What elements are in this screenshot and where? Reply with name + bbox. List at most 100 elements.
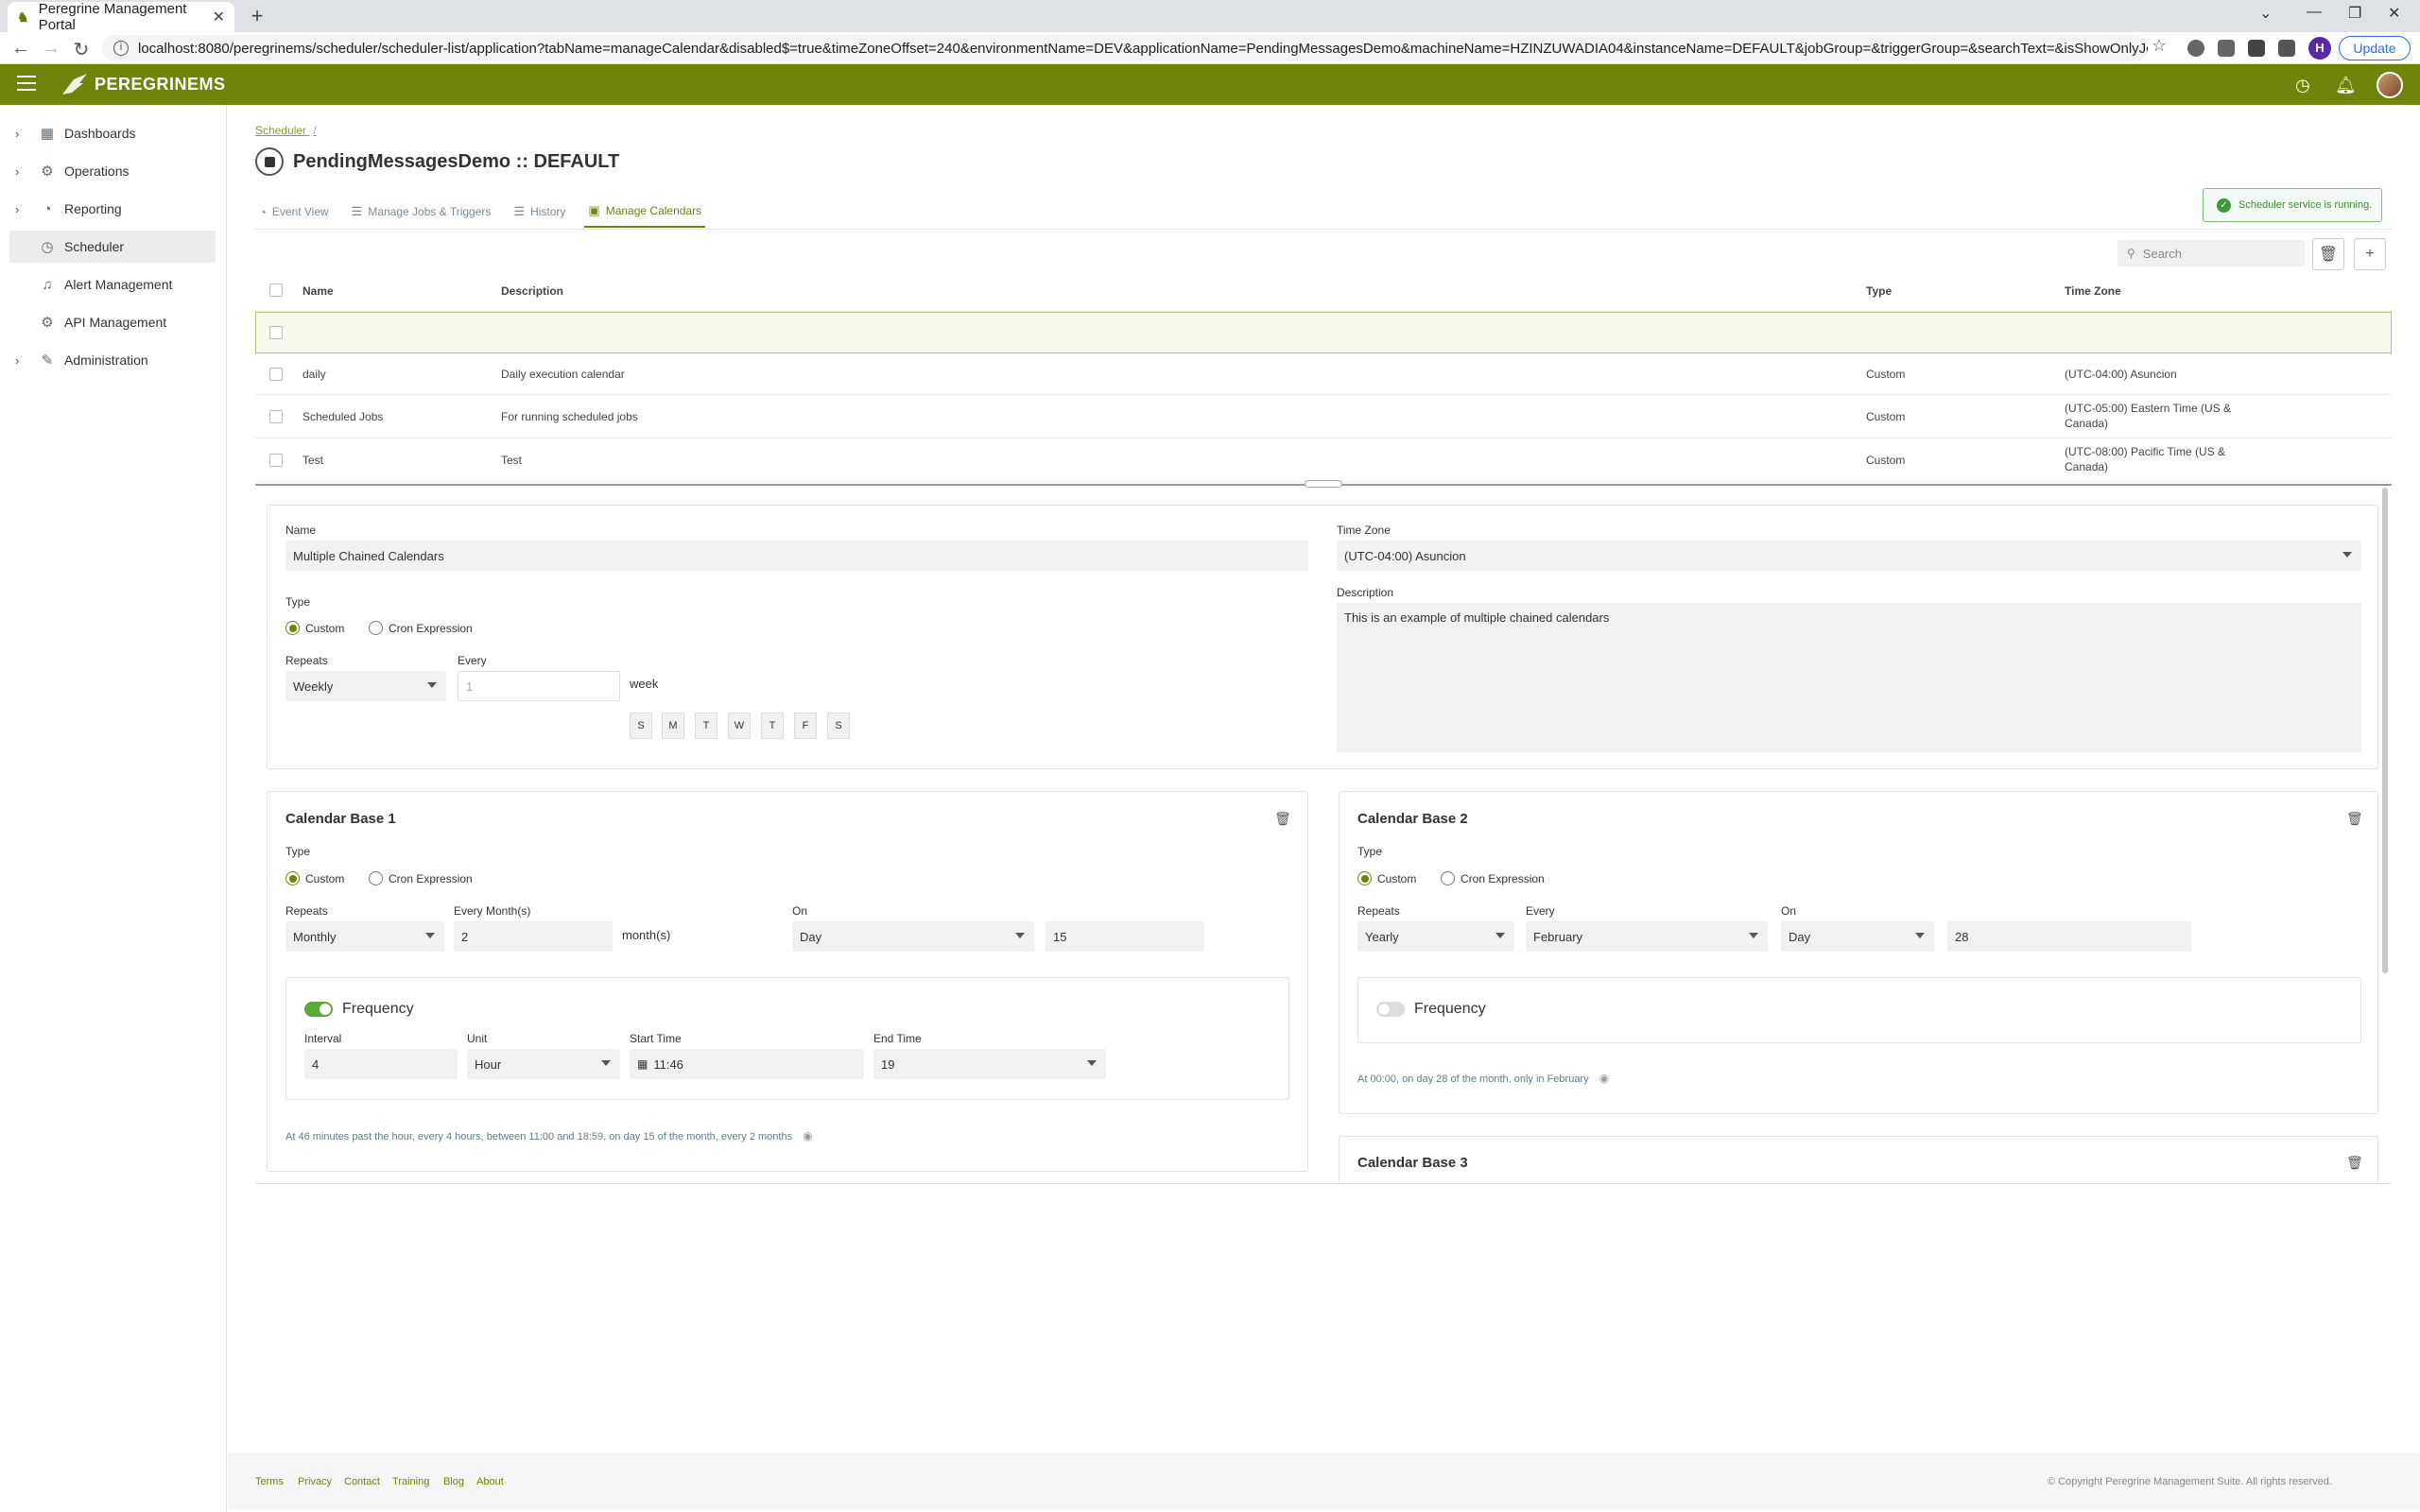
chevron-right-icon[interactable]: ›	[15, 164, 28, 179]
chevron-right-icon[interactable]: ›	[15, 353, 28, 368]
delete-base-1-trash-icon[interactable]: 🗑︎	[1274, 811, 1291, 827]
repeats-select[interactable]: Weekly	[285, 671, 446, 701]
day-toggle-tuesday[interactable]: T	[695, 713, 717, 739]
base2-type-cron-radio[interactable]: Cron Expression	[1441, 871, 1545, 885]
sidebar-item-reporting[interactable]: › ◔ Reporting	[9, 193, 216, 225]
footer-link-about[interactable]: About	[476, 1476, 504, 1487]
sidebar-item-operations[interactable]: › ⚙ Operations	[9, 155, 216, 187]
base1-interval-input[interactable]: 4	[304, 1049, 458, 1079]
base2-type-custom-radio[interactable]: Custom	[1357, 871, 1416, 885]
split-pane-handle[interactable]	[1305, 480, 1342, 488]
base1-type-custom-radio[interactable]: Custom	[285, 871, 344, 885]
stop-scheduler-button[interactable]	[255, 147, 284, 176]
day-toggle-monday[interactable]: M	[662, 713, 684, 739]
chevron-right-icon[interactable]: ›	[15, 127, 28, 141]
column-header-timezone[interactable]: Time Zone	[2065, 284, 2121, 298]
site-info-icon[interactable]: i	[113, 41, 129, 56]
restore-window-button[interactable]: ❐	[2348, 4, 2361, 23]
tab-search-icon[interactable]: ⌄	[2259, 4, 2272, 23]
sidebar-item-dashboards[interactable]: › ▦ Dashboards	[9, 117, 216, 149]
description-textarea[interactable]: This is an example of multiple chained c…	[1337, 603, 2361, 752]
type-cron-radio[interactable]: Cron Expression	[369, 621, 473, 635]
tab-event-view[interactable]: ◔ Event View	[255, 196, 333, 228]
browser-update-button[interactable]: Update	[2339, 36, 2411, 60]
table-row[interactable]: daily Daily execution calendar Custom (U…	[255, 353, 2392, 395]
tab-manage-calendars[interactable]: ▣ Manage Calendars	[584, 196, 706, 228]
bookmark-star-icon[interactable]: ☆	[2148, 36, 2170, 56]
footer-link-contact[interactable]: Contact	[344, 1476, 380, 1487]
column-header-type[interactable]: Type	[1866, 284, 1892, 298]
base1-type-cron-radio[interactable]: Cron Expression	[369, 871, 473, 885]
breadcrumb-scheduler-link[interactable]: Scheduler	[255, 124, 306, 137]
tab-manage-jobs-triggers[interactable]: ☰ Manage Jobs & Triggers	[348, 196, 495, 228]
footer-link-training[interactable]: Training	[392, 1476, 429, 1487]
app-logo[interactable]: PEREGRINEMS	[60, 72, 226, 96]
forward-arrow-icon[interactable]: →	[40, 38, 62, 60]
row-checkbox[interactable]	[269, 326, 283, 339]
tab-history[interactable]: ☰ History	[510, 196, 569, 228]
base2-repeats-select[interactable]: Yearly	[1357, 921, 1514, 952]
day-toggle-thursday[interactable]: T	[761, 713, 784, 739]
chevron-right-icon[interactable]: ›	[15, 202, 28, 216]
search-input[interactable]: ⚲ Search	[2118, 240, 2305, 266]
minimize-window-button[interactable]: —	[2307, 4, 2322, 21]
base1-frequency-toggle[interactable]	[304, 1002, 333, 1017]
name-field[interactable]: Multiple Chained Calendars	[285, 541, 1308, 571]
base1-every-input[interactable]: 2	[454, 921, 613, 952]
base1-end-time-select[interactable]: 19	[873, 1049, 1106, 1079]
timezone-select[interactable]: (UTC-04:00) Asuncion	[1337, 541, 2361, 571]
close-tab-icon[interactable]: ✕	[213, 8, 225, 26]
back-arrow-icon[interactable]: ←	[9, 38, 32, 60]
reload-icon[interactable]: ↻	[70, 38, 93, 61]
browser-tab[interactable]: ♞ Peregrine Management Portal ✕	[8, 1, 234, 33]
history-clock-icon[interactable]: ◷	[2295, 76, 2310, 95]
extension-3-icon[interactable]	[2248, 40, 2265, 57]
base2-on-select[interactable]: Day	[1781, 921, 1934, 952]
sidebar-item-scheduler[interactable]: ◷ Scheduler	[9, 231, 216, 263]
delete-base-3-trash-icon[interactable]: 🗑︎	[2346, 1155, 2363, 1171]
base1-day-input[interactable]: 15	[1046, 921, 1204, 952]
column-header-name[interactable]: Name	[302, 284, 334, 298]
column-header-description[interactable]: Description	[501, 284, 563, 298]
row-checkbox[interactable]	[269, 410, 283, 423]
table-row-new[interactable]	[255, 312, 2392, 353]
address-bar[interactable]: i localhost:8080/peregrinems/scheduler/s…	[102, 35, 2148, 61]
base1-start-time-input[interactable]: ▦ 11:46	[630, 1049, 864, 1079]
base2-day-input[interactable]: 28	[1947, 921, 2191, 952]
base2-frequency-toggle[interactable]	[1376, 1002, 1405, 1017]
day-toggle-sunday[interactable]: S	[630, 713, 652, 739]
delete-calendar-button[interactable]: 🗑︎	[2312, 238, 2344, 270]
base1-unit-select[interactable]: Hour	[467, 1049, 620, 1079]
sidebar-item-api-management[interactable]: ⚙ API Management	[9, 306, 216, 338]
base2-every-select[interactable]: February	[1526, 921, 1768, 952]
new-tab-button[interactable]: +	[244, 4, 270, 28]
footer-link-privacy[interactable]: Privacy	[298, 1476, 332, 1487]
row-checkbox[interactable]	[269, 454, 283, 467]
menu-hamburger-icon[interactable]	[17, 76, 36, 93]
every-input[interactable]: 1	[458, 671, 620, 701]
select-all-checkbox[interactable]	[269, 284, 283, 297]
close-window-button[interactable]: ✕	[2388, 4, 2400, 23]
table-row[interactable]: Scheduled Jobs For running scheduled job…	[255, 395, 2392, 438]
row-checkbox[interactable]	[269, 368, 283, 381]
add-calendar-button[interactable]: +	[2354, 238, 2386, 270]
user-avatar[interactable]	[2377, 72, 2403, 98]
base1-repeats-select[interactable]: Monthly	[285, 921, 444, 952]
sidebar-item-alert-management[interactable]: ♫ Alert Management	[9, 268, 216, 301]
footer-link-blog[interactable]: Blog	[443, 1476, 464, 1487]
eye-icon[interactable]: ◉	[1599, 1072, 1609, 1085]
table-row[interactable]: Test Test Custom (UTC-08:00) Pacific Tim…	[255, 438, 2392, 482]
form-scrollbar[interactable]	[2382, 488, 2388, 973]
base1-on-select[interactable]: Day	[792, 921, 1034, 952]
sidebar-item-administration[interactable]: › ✎ Administration	[9, 344, 216, 376]
browser-profile-avatar[interactable]: H	[2308, 37, 2331, 60]
extension-2-icon[interactable]	[2218, 40, 2235, 57]
extension-1-icon[interactable]	[2187, 40, 2204, 57]
footer-link-terms[interactable]: Terms	[255, 1476, 284, 1487]
day-toggle-saturday[interactable]: S	[827, 713, 850, 739]
extensions-puzzle-icon[interactable]	[2278, 40, 2295, 57]
type-custom-radio[interactable]: Custom	[285, 621, 344, 635]
delete-base-2-trash-icon[interactable]: 🗑︎	[2346, 811, 2363, 827]
notifications-bell-icon[interactable]: 🔔︎	[2335, 76, 2357, 95]
day-toggle-friday[interactable]: F	[794, 713, 817, 739]
